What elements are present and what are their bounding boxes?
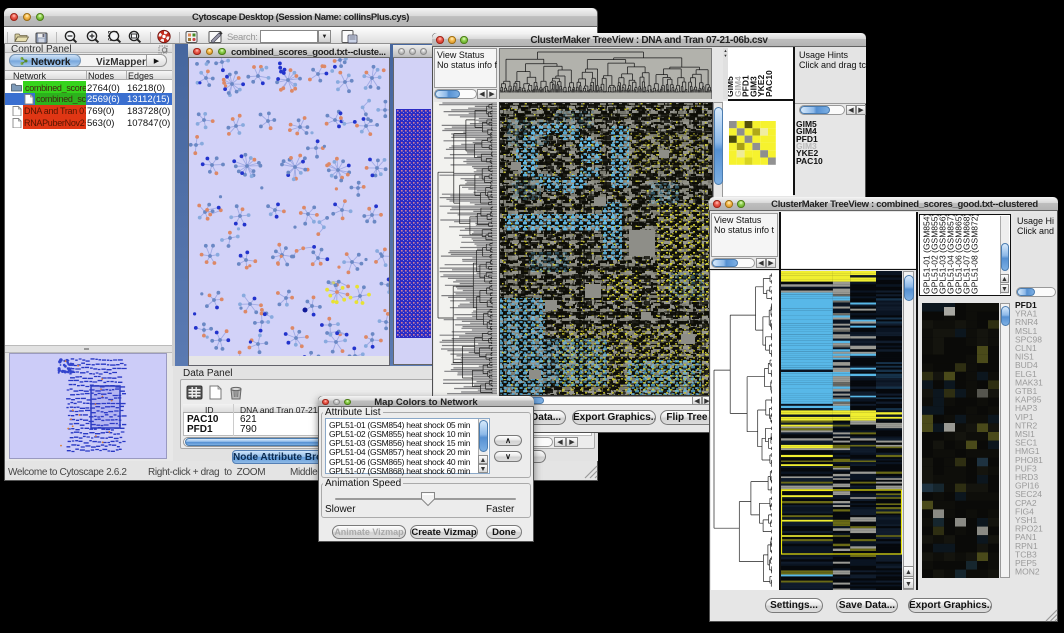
svg-text:PAC10: PAC10 xyxy=(764,70,774,97)
svg-text:MON2: MON2 xyxy=(1015,567,1040,577)
svg-text:GPL51-08 (GSM872): GPL51-08 (GSM872) xyxy=(970,215,980,294)
